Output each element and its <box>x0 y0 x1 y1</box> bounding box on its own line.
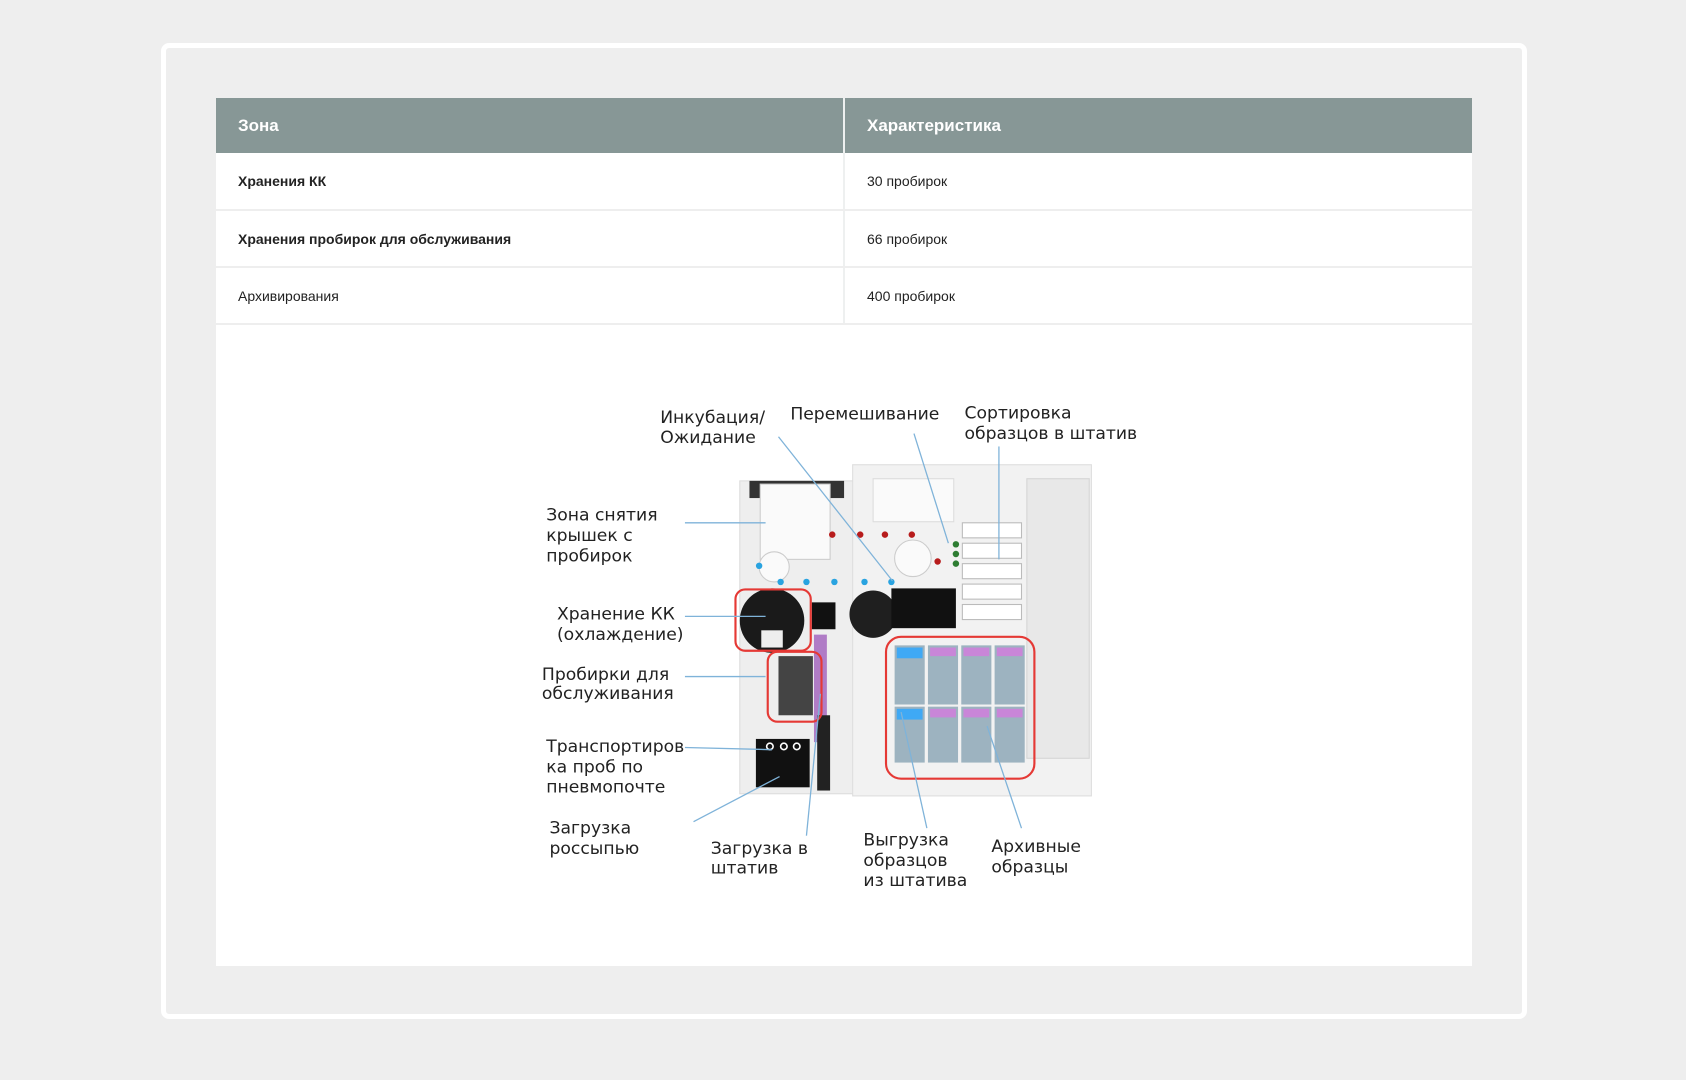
header-zone: Зона <box>216 98 844 153</box>
value-cell: 400 пробирок <box>843 267 1472 325</box>
content-panel: Зона Характеристика Хранения КК 30 пробир… <box>216 98 1472 966</box>
header-characteristic: Характеристика <box>843 98 1472 153</box>
value-cell: 30 пробирок <box>843 153 1472 211</box>
table-header: Зона Характеристика <box>216 98 1472 153</box>
value-cell: 66 пробирок <box>843 210 1472 268</box>
zone-cell: Архивирования <box>216 267 844 325</box>
zone-cell: Хранения КК <box>216 153 844 211</box>
zone-cell: Хранения пробирок для обслуживания <box>216 210 844 268</box>
table-row: Хранения КК 30 пробирок <box>216 153 1472 211</box>
table-row: Хранения пробирок для обслуживания 66 про… <box>216 210 1472 268</box>
table-row: Архивирования 400 пробирок <box>216 267 1472 325</box>
zones-table: Зона Характеристика Хранения КК 30 пробир… <box>216 98 1472 325</box>
